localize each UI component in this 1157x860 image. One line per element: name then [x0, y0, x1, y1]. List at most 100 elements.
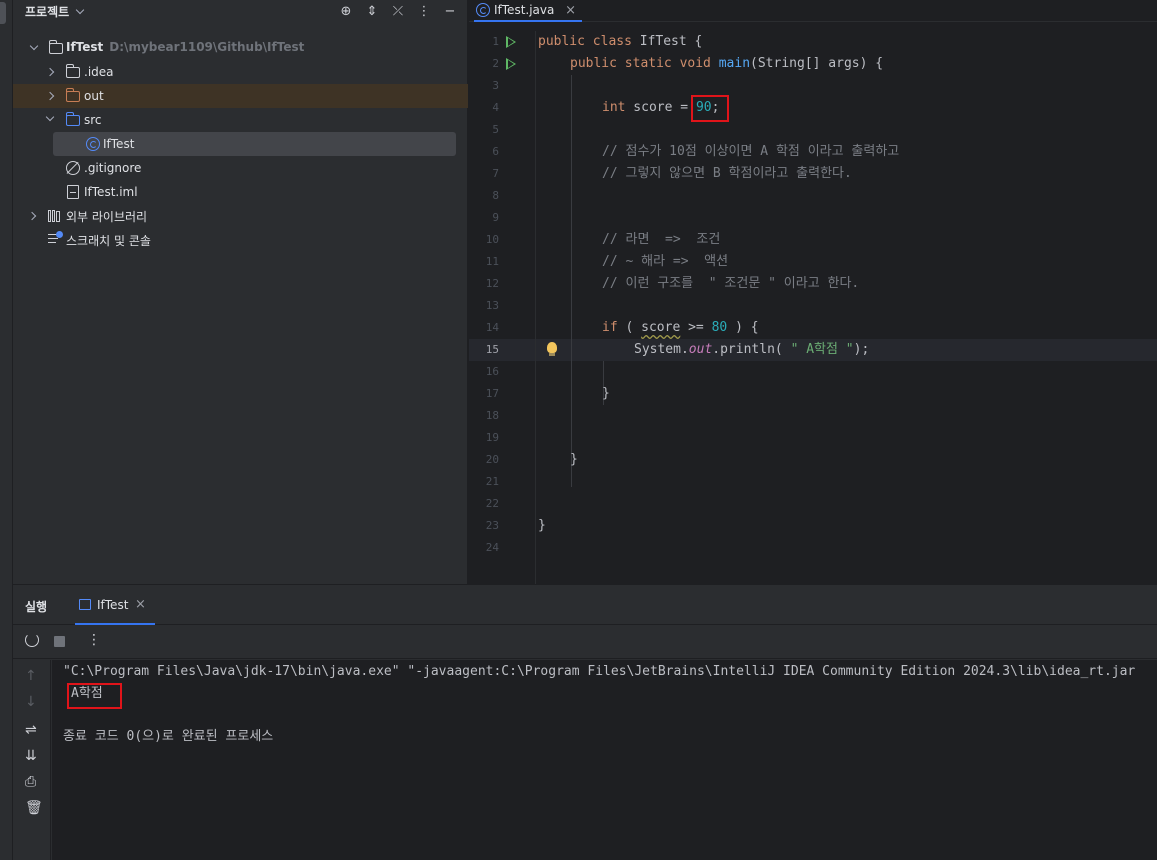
expand-icon[interactable]: ⇕	[365, 4, 379, 19]
line-number: 13	[485, 299, 499, 312]
up-arrow-icon[interactable]: ↑	[25, 668, 37, 684]
chevron-right-icon[interactable]	[45, 67, 55, 77]
more-icon[interactable]: ⋮	[417, 4, 431, 19]
java-class-icon	[476, 3, 490, 17]
tree-item-module-iftest[interactable]: IfTest D:\mybear1109\Github\IfTest	[13, 36, 468, 60]
iml-file-icon	[67, 185, 79, 199]
down-arrow-icon[interactable]: ↓	[25, 694, 37, 710]
soft-wrap-icon[interactable]: ⇌	[25, 722, 37, 738]
trash-icon[interactable]: 🗑	[25, 800, 43, 816]
code-line-14: if ( score >= 80 ) {	[602, 320, 759, 335]
chevron-down-icon[interactable]	[75, 5, 85, 14]
print-icon[interactable]: ⎙	[25, 774, 36, 790]
code-line-10-comment: // 라면 => 조건	[602, 232, 721, 247]
tree-item-idea[interactable]: .idea	[13, 60, 468, 84]
code-line-7-comment: // 그렇지 않으면 B 학점이라고 출력한다.	[602, 166, 852, 181]
code-area[interactable]: public class IfTest { public static void…	[538, 31, 1157, 584]
source-folder-icon	[66, 112, 80, 126]
minimize-icon[interactable]: −	[443, 4, 457, 19]
editor-tab-bar: IfTest.java ×	[469, 0, 1157, 22]
code-line-15: System.out.println( " A학점 ");	[634, 342, 870, 357]
highlight-box-score-value	[691, 95, 729, 122]
tree-item-external-libraries[interactable]: 외부 라이브러리	[13, 204, 468, 228]
chevron-right-icon[interactable]	[45, 91, 55, 101]
tree-item-iftest-class[interactable]: IfTest	[53, 132, 456, 156]
line-number: 1	[492, 35, 499, 48]
scroll-to-end-icon[interactable]: ⇊	[25, 748, 37, 764]
run-panel-header: 실행 IfTest ×	[13, 585, 1157, 625]
run-main-icon[interactable]	[506, 58, 516, 70]
project-panel-title[interactable]: 프로젝트	[25, 3, 69, 20]
line-number: 18	[485, 409, 499, 422]
line-number: 3	[492, 79, 499, 92]
run-toolbar: ⋮	[13, 625, 1157, 659]
rerun-icon[interactable]	[25, 633, 39, 647]
line-number: 24	[485, 541, 499, 554]
line-number: 15	[485, 343, 499, 356]
run-class-icon[interactable]	[506, 36, 516, 48]
line-number: 17	[485, 387, 499, 400]
libraries-icon	[48, 210, 62, 222]
tab-run-iftest[interactable]: IfTest ×	[75, 593, 155, 625]
line-number: 4	[492, 101, 499, 114]
folder-icon	[66, 64, 80, 78]
line-number: 21	[485, 475, 499, 488]
code-line-12-comment: // 이런 구조를 " 조건문 " 이라고 한다.	[602, 276, 860, 291]
tree-item-label: IfTest	[103, 137, 135, 151]
line-number: 12	[485, 277, 499, 290]
collapse-icon[interactable]: ⤫	[391, 4, 405, 19]
line-number: 10	[485, 233, 499, 246]
line-number: 7	[492, 167, 499, 180]
ignore-file-icon	[66, 161, 80, 175]
tree-item-iml[interactable]: IfTest.iml	[13, 180, 468, 204]
close-icon[interactable]: ×	[135, 597, 146, 612]
project-tool-active-indicator[interactable]	[0, 2, 6, 24]
console-side-toolbar: ↑ ↓ ⇌ ⇊ ⎙ 🗑	[13, 660, 51, 860]
console-exit-line: 종료 코드 0(으)로 완료된 프로세스	[63, 729, 274, 744]
left-tool-strip	[0, 0, 13, 860]
tab-iftest-java[interactable]: IfTest.java ×	[474, 0, 582, 22]
tree-item-gitignore[interactable]: .gitignore	[13, 156, 468, 180]
console-output[interactable]: "C:\Program Files\Java\jdk-17\bin\java.e…	[52, 660, 1157, 860]
line-number: 5	[492, 123, 499, 136]
tree-item-label: out	[84, 89, 104, 103]
highlight-box-output	[67, 683, 122, 709]
run-panel-title: 실행	[25, 600, 48, 614]
line-number: 19	[485, 431, 499, 444]
chevron-right-icon[interactable]	[27, 211, 37, 221]
run-tab-label: IfTest	[97, 598, 129, 612]
stop-icon[interactable]	[54, 636, 65, 647]
code-line-23: }	[538, 518, 546, 533]
java-class-icon	[86, 137, 100, 151]
code-line-1: public class IfTest {	[538, 34, 703, 49]
close-icon[interactable]: ×	[565, 3, 576, 18]
tree-item-label: 스크래치 및 콘솔	[66, 234, 151, 248]
line-number: 8	[492, 189, 499, 202]
line-number: 14	[485, 321, 499, 334]
line-number: 20	[485, 453, 499, 466]
tree-item-src[interactable]: src	[13, 108, 468, 132]
code-line-6-comment: // 점수가 10점 이상이면 A 학점 이라고 출력하고	[602, 144, 900, 159]
chevron-down-icon[interactable]	[29, 41, 39, 51]
run-panel: 실행 IfTest × ⋮ ↑ ↓ ⇌ ⇊ ⎙ 🗑 "C:\Program Fi…	[13, 585, 1157, 860]
tree-item-label: 외부 라이브러리	[66, 210, 148, 224]
module-path: D:\mybear1109\Github\IfTest	[109, 40, 305, 54]
scratches-icon	[48, 231, 63, 247]
tree-item-scratches[interactable]: 스크래치 및 콘솔	[13, 228, 468, 252]
tree-item-label: IfTest	[66, 40, 104, 54]
more-icon[interactable]: ⋮	[87, 632, 101, 648]
tree-item-label: .idea	[84, 65, 114, 79]
tree-item-label: IfTest.iml	[84, 185, 138, 199]
crosshair-icon[interactable]: ⊕	[339, 4, 353, 19]
code-line-2: public static void main(String[] args) {	[570, 56, 884, 71]
line-number: 11	[485, 255, 499, 268]
tab-label: IfTest.java	[494, 3, 555, 17]
line-number: 16	[485, 365, 499, 378]
line-number-gutter: 1 2 3 4 5 6 7 8 9 10 11 12 13 14 15 16 1…	[469, 31, 536, 584]
code-line-17: }	[602, 386, 610, 401]
line-number: 2	[492, 57, 499, 70]
project-panel: 프로젝트 ⊕ ⇕ ⤫ ⋮ − IfTest D:\mybear1109\Githu…	[13, 0, 468, 584]
tree-item-label: src	[84, 113, 102, 127]
tree-item-out[interactable]: out	[13, 84, 468, 108]
chevron-down-icon[interactable]	[45, 112, 55, 122]
